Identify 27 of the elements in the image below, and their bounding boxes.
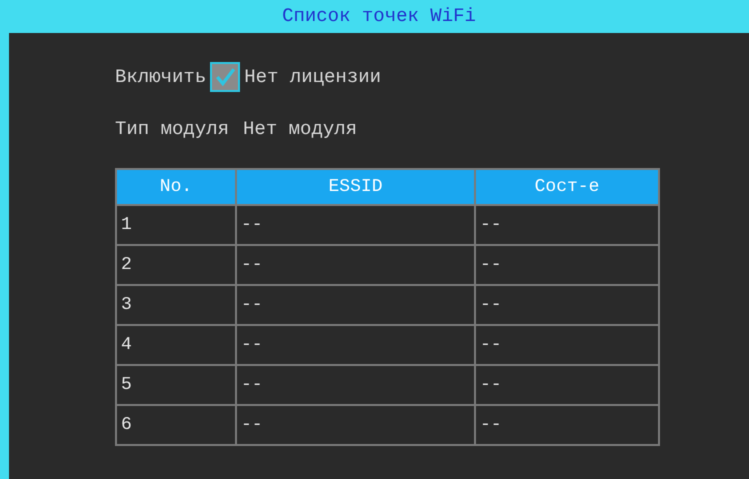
table-cell: --	[475, 325, 659, 365]
module-type-label: Тип модуля	[115, 118, 230, 140]
table-cell: --	[475, 245, 659, 285]
column-header: ESSID	[236, 169, 475, 205]
table-cell: --	[236, 205, 475, 245]
table-cell: --	[475, 205, 659, 245]
column-header: No.	[116, 169, 236, 205]
module-type-value: Нет модуля	[243, 118, 358, 140]
enable-label: Включить	[115, 66, 206, 88]
table-cell: 2	[116, 245, 236, 285]
table-cell: 4	[116, 325, 236, 365]
enable-checkbox[interactable]	[210, 62, 240, 92]
table-cell: --	[236, 285, 475, 325]
table-cell: 3	[116, 285, 236, 325]
table-cell: 6	[116, 405, 236, 445]
table-cell: --	[475, 365, 659, 405]
table-cell: --	[475, 285, 659, 325]
column-header: Сост-е	[475, 169, 659, 205]
license-status: Нет лицензии	[244, 66, 382, 88]
table-cell: --	[236, 325, 475, 365]
table-cell: --	[236, 365, 475, 405]
table-cell: --	[475, 405, 659, 445]
table-cell: 1	[116, 205, 236, 245]
table-cell: 5	[116, 365, 236, 405]
window-title: Список точек WiFi	[9, 0, 749, 33]
table-cell: --	[236, 245, 475, 285]
table-cell: --	[236, 405, 475, 445]
